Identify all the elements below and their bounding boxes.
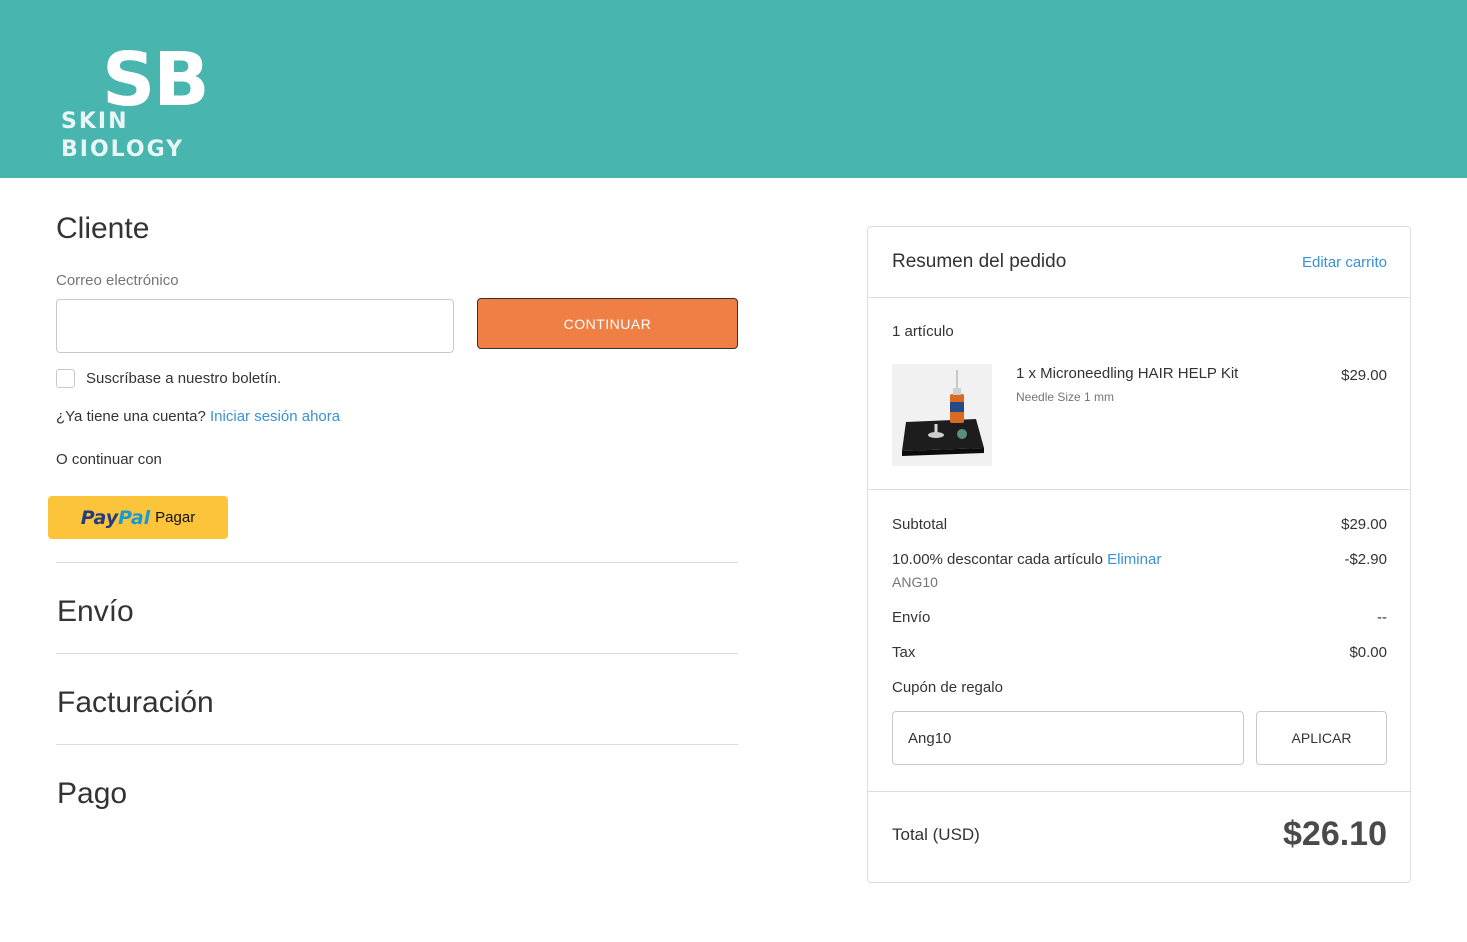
paypal-action-label: Pagar xyxy=(155,509,196,526)
paypal-logo-part-2: Pal xyxy=(118,506,151,529)
subtotal-label: Subtotal xyxy=(892,516,948,533)
billing-section-title[interactable]: Facturación xyxy=(57,686,214,720)
order-summary-header: Resumen del pedido Editar carrito xyxy=(868,227,1410,298)
newsletter-row[interactable]: Suscríbase a nuestro boletín. xyxy=(56,369,281,388)
discount-remove-link[interactable]: Eliminar xyxy=(1107,551,1161,568)
subtotal-value: $29.00 xyxy=(1341,516,1387,533)
total-divider xyxy=(868,791,1410,792)
order-summary-title: Resumen del pedido xyxy=(892,251,1067,272)
continue-button[interactable]: CONTINUAR xyxy=(477,298,738,349)
billing-section[interactable]: Facturación xyxy=(56,653,738,744)
items-count: 1 artículo xyxy=(892,323,954,340)
edit-cart-link[interactable]: Editar carrito xyxy=(1302,254,1387,271)
order-summary: Resumen del pedido Editar carrito 1 artí… xyxy=(867,226,1411,883)
product-thumbnail xyxy=(892,364,992,466)
email-label: Correo electrónico xyxy=(56,272,179,289)
total-label: Total (USD) xyxy=(892,825,980,844)
paypal-button[interactable]: PayPal Pagar xyxy=(48,496,228,539)
product-name: 1 x Microneedling HAIR HELP Kit xyxy=(1016,365,1239,382)
newsletter-label[interactable]: Suscríbase a nuestro boletín. xyxy=(86,370,281,387)
coupon-input[interactable] xyxy=(892,711,1244,765)
discount-value: -$2.90 xyxy=(1344,551,1387,568)
site-header: SB SKIN BIOLOGY xyxy=(0,0,1467,178)
product-price: $29.00 xyxy=(1341,367,1387,384)
shipping-value: -- xyxy=(1377,609,1387,626)
discount-code: ANG10 xyxy=(892,574,938,590)
paypal-logo-part-1: Pay xyxy=(80,506,119,529)
shipping-section[interactable]: Envío xyxy=(56,562,738,653)
discount-label: 10.00% descontar cada artículo xyxy=(892,551,1103,568)
tax-label: Tax xyxy=(892,644,916,661)
payment-section-title[interactable]: Pago xyxy=(57,777,127,811)
items-divider xyxy=(868,489,1410,490)
or-continue-with: O continuar con xyxy=(56,451,162,468)
account-question: ¿Ya tiene una cuenta? xyxy=(56,408,206,425)
apply-coupon-button[interactable]: APLICAR xyxy=(1256,711,1387,765)
logo-text: SKIN BIOLOGY xyxy=(61,109,185,162)
discount-row: 10.00% descontar cada artículo Eliminar xyxy=(892,551,1161,568)
newsletter-checkbox[interactable] xyxy=(56,369,75,388)
skin-biology-logo[interactable]: SB SKIN BIOLOGY xyxy=(60,40,260,162)
product-image-icon xyxy=(892,364,992,466)
email-input[interactable] xyxy=(56,299,454,353)
payment-section[interactable]: Pago xyxy=(56,744,738,835)
shipping-label: Envío xyxy=(892,609,931,626)
customer-section-title: Cliente xyxy=(56,212,150,245)
product-option: Needle Size 1 mm xyxy=(1016,390,1115,404)
total-value: $26.10 xyxy=(1283,815,1387,853)
tax-value: $0.00 xyxy=(1349,644,1387,661)
gift-coupon-link[interactable]: Cupón de regalo xyxy=(892,679,1003,696)
signin-link[interactable]: Iniciar sesión ahora xyxy=(210,408,340,425)
paypal-logo-icon: PayPal xyxy=(81,507,150,529)
account-prompt: ¿Ya tiene una cuenta? Iniciar sesión aho… xyxy=(56,408,340,425)
shipping-section-title[interactable]: Envío xyxy=(57,595,134,629)
